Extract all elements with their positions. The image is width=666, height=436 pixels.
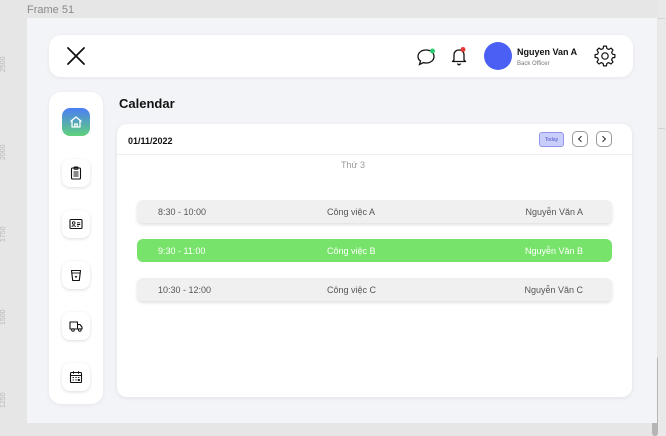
clipboard-icon — [70, 166, 82, 180]
event-person: Nguyễn Văn C — [524, 285, 583, 295]
sidebar-item-calendar[interactable] — [62, 363, 90, 391]
gear-icon — [594, 45, 616, 67]
event-row[interactable]: 10:30 - 12:00 Công việc C Nguyễn Văn C — [137, 278, 612, 301]
bell-icon — [451, 47, 467, 66]
event-task: Công việc C — [327, 285, 377, 295]
ruler-mark: 1750 — [0, 226, 7, 242]
top-bar: Nguyen Van A Back Officer — [49, 35, 633, 77]
sidebar-item-tasks[interactable] — [62, 159, 90, 187]
sidebar-item-drinks[interactable] — [62, 261, 90, 289]
vertical-ruler: 2500 2000 1750 1500 1250 — [0, 20, 10, 436]
calendar-panel: 01/11/2022 Today Thứ 3 8:30 - 10:00 Công… — [117, 124, 632, 397]
right-panel-edge — [658, 0, 666, 436]
calendar-icon — [69, 371, 83, 384]
avatar[interactable] — [484, 42, 512, 70]
chevron-right-icon — [602, 135, 607, 143]
divider — [117, 154, 632, 155]
event-time: 10:30 - 12:00 — [158, 285, 212, 295]
sidebar-item-home[interactable] — [62, 108, 90, 136]
chat-button[interactable] — [415, 46, 437, 68]
contact-card-icon — [69, 218, 83, 230]
ruler-mark: 2000 — [0, 144, 7, 160]
chat-bubble-icon — [417, 48, 435, 66]
event-person: Nguyễn Văn A — [525, 207, 583, 217]
chevron-left-icon — [577, 135, 582, 143]
event-row-selected[interactable]: 9:30 - 11:00 Công việc B Nguyễn Văn B — [137, 239, 612, 262]
app-frame: Nguyen Van A Back Officer Calendar 01/11… — [27, 18, 657, 423]
home-icon — [70, 116, 82, 128]
next-day-button[interactable] — [596, 131, 612, 147]
user-role: Back Officer — [517, 61, 550, 67]
ruler-mark: 2500 — [0, 56, 7, 72]
notification-button[interactable] — [448, 45, 470, 67]
delivery-truck-icon — [69, 321, 83, 332]
event-task: Công việc B — [327, 246, 376, 256]
ruler-mark: 1500 — [0, 309, 7, 325]
calendar-date: 01/11/2022 — [128, 136, 173, 146]
day-label: Thứ 3 — [340, 160, 366, 170]
event-task: Công việc A — [327, 207, 376, 217]
user-name: Nguyen Van A — [517, 47, 578, 57]
event-time: 8:30 - 10:00 — [158, 207, 207, 217]
prev-day-button[interactable] — [572, 131, 588, 147]
ruler-mark: 1250 — [0, 392, 7, 408]
sidebar-item-delivery[interactable] — [62, 312, 90, 340]
settings-button[interactable] — [594, 45, 616, 67]
close-button[interactable] — [65, 45, 87, 67]
event-row[interactable]: 8:30 - 10:00 Công việc A Nguyễn Văn A — [137, 200, 612, 223]
frame-label: Frame 51 — [27, 4, 75, 16]
sidebar — [49, 92, 103, 404]
sidebar-item-contacts[interactable] — [62, 210, 90, 238]
today-button[interactable]: Today — [539, 132, 564, 147]
event-time: 9:30 - 11:00 — [158, 246, 206, 256]
close-icon — [67, 47, 85, 65]
event-person: Nguyễn Văn B — [524, 246, 583, 256]
page-title: Calendar — [119, 96, 175, 111]
cup-icon — [70, 269, 82, 282]
